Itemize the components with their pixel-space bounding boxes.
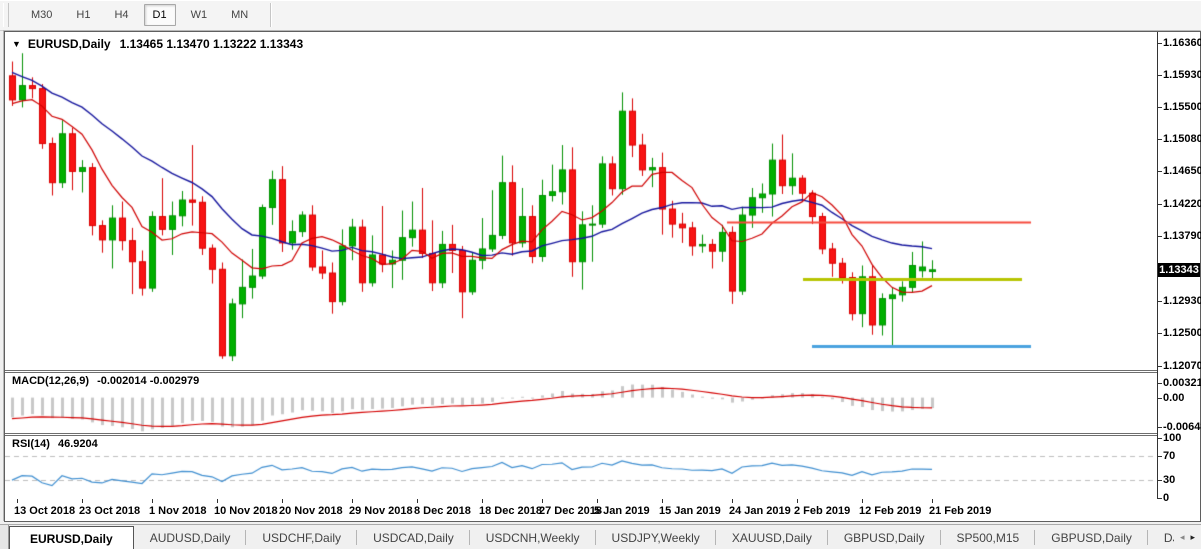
date-tick: [82, 499, 83, 503]
timeframe-button-d1[interactable]: D1: [144, 4, 176, 26]
chart-ohlc-values: 1.13465 1.13470 1.13222 1.13343: [120, 37, 304, 51]
chart-symbol-period: EURUSD,Daily: [28, 37, 111, 51]
date-tick: [662, 499, 663, 503]
price-axis-tick: 1.15500: [1163, 101, 1201, 113]
toolbar-grip[interactable]: [3, 3, 9, 27]
indicator-axis-tick: 70: [1163, 450, 1175, 462]
date-tick: [152, 499, 153, 503]
date-axis-label: 29 Nov 2018: [349, 505, 413, 517]
macd-name: MACD(12,26,9): [12, 375, 89, 387]
timeframe-toolbar: M30 H1 H4 D1 W1MN: [0, 0, 1201, 31]
tabbar-edge: [0, 525, 9, 549]
toolbar-separator: [270, 3, 272, 27]
date-axis-label: 24 Jan 2019: [729, 505, 791, 517]
chart-tab-usdjpy-weekly[interactable]: USDJPY,Weekly: [596, 525, 716, 549]
price-axis-tick: 1.12500: [1163, 327, 1201, 339]
chart-tab-usdchf-daily[interactable]: USDCHF,Daily: [246, 525, 357, 549]
chart-dropdown-icon[interactable]: ▼: [12, 39, 21, 49]
date-axis-label: 12 Feb 2019: [859, 505, 921, 517]
timeframe-button-mn[interactable]: MN: [222, 4, 257, 26]
chart-tabs: EURUSD,DailyAUDUSD,DailyUSDCHF,DailyUSDC…: [9, 525, 1174, 549]
date-axis-label: 18 Dec 2018: [479, 505, 542, 517]
indicator-axis-tick: 0.003216: [1163, 377, 1201, 389]
date-tick: [862, 499, 863, 503]
date-tick: [932, 499, 933, 503]
chart-tab-bar: EURUSD,DailyAUDUSD,DailyUSDCHF,DailyUSDC…: [0, 524, 1201, 549]
date-axis-label: 2 Feb 2019: [794, 505, 850, 517]
mt4-application: M30 H1 H4 D1 W1MN ▼ EURUSD,Daily 1.13465 1.1…: [0, 0, 1201, 549]
rsi-pane-canvas[interactable]: [5, 436, 1157, 499]
current-price-badge: 1.13343: [1158, 263, 1200, 277]
date-tick: [352, 499, 353, 503]
date-axis-label: 21 Feb 2019: [929, 505, 991, 517]
date-tick: [417, 499, 418, 503]
tab-scroll-right-icon[interactable]: ▸: [1190, 532, 1195, 543]
date-axis-label: 13 Oct 2018: [14, 505, 75, 517]
chart-tab-gbpusd-daily[interactable]: GBPUSD,Daily: [1035, 525, 1148, 549]
date-tick: [542, 499, 543, 503]
date-axis-label: 20 Nov 2018: [279, 505, 343, 517]
chart-tab-xauusd-daily[interactable]: XAUUSD,Daily: [716, 525, 828, 549]
date-axis-label: 5 Jan 2019: [594, 505, 650, 517]
date-tick: [282, 499, 283, 503]
price-axis-tick: 1.14220: [1163, 198, 1201, 210]
rsi-value: 46.9204: [58, 438, 98, 450]
price-axis-tick: 1.12070: [1163, 360, 1201, 372]
chart-tab-dj30-h4[interactable]: DJ30,H4: [1148, 525, 1174, 549]
date-axis-label: 8 Dec 2018: [414, 505, 471, 517]
date-tick: [732, 499, 733, 503]
price-chart-canvas[interactable]: [5, 32, 1157, 370]
chart-tab-usdcnh-weekly[interactable]: USDCNH,Weekly: [470, 525, 596, 549]
date-axis-label: 1 Nov 2018: [149, 505, 206, 517]
chart-tab-eurusd-daily[interactable]: EURUSD,Daily: [9, 526, 134, 549]
date-axis-label: 23 Oct 2018: [79, 505, 140, 517]
date-tick: [797, 499, 798, 503]
timeframe-buttons: M30 H1 H4 D1 W1MN: [19, 4, 260, 26]
indicator-axis-tick: 100: [1163, 432, 1181, 444]
date-axis-label: 27 Dec 2018: [539, 505, 602, 517]
indicator-axis-tick: 0.00: [1163, 392, 1184, 404]
indicator-axis-tick: 30: [1163, 474, 1175, 486]
chart-tab-gbpusd-daily[interactable]: GBPUSD,Daily: [828, 525, 941, 549]
price-axis-tick: 1.15080: [1163, 133, 1201, 145]
price-axis-tick: 1.13790: [1163, 230, 1201, 242]
chart-tab-usdcad-daily[interactable]: USDCAD,Daily: [357, 525, 470, 549]
timeframe-button-h4[interactable]: H4: [105, 4, 137, 26]
date-axis-label: 15 Jan 2019: [659, 505, 721, 517]
indicator-axis-tick: 0: [1163, 492, 1169, 504]
chart-window: ▼ EURUSD,Daily 1.13465 1.13470 1.13222 1…: [4, 31, 1201, 522]
rsi-name: RSI(14): [12, 438, 50, 450]
timeframe-button-w1[interactable]: W1: [182, 4, 217, 26]
date-axis-label: 10 Nov 2018: [214, 505, 278, 517]
timeframe-button-h1[interactable]: H1: [67, 4, 99, 26]
price-axis-tick: 1.12930: [1163, 295, 1201, 307]
date-tick: [17, 499, 18, 503]
rsi-label: RSI(14) 46.9204: [12, 438, 98, 450]
date-axis[interactable]: 13 Oct 2018 23 Oct 2018 1 Nov 2018 10 Nov 2…: [5, 499, 1200, 519]
chart-title: ▼ EURUSD,Daily 1.13465 1.13470 1.13222 1…: [12, 37, 303, 51]
chart-tab-sp500-m15[interactable]: SP500,M15: [941, 525, 1036, 549]
price-axis-tick: 1.15930: [1163, 69, 1201, 81]
macd-values: -0.002014 -0.002979: [97, 375, 199, 387]
date-tick: [597, 499, 598, 503]
chart-tab-audusd-daily[interactable]: AUDUSD,Daily: [134, 525, 247, 549]
macd-label: MACD(12,26,9) -0.002014 -0.002979: [12, 375, 199, 387]
date-tick: [482, 499, 483, 503]
tab-scroll-left-icon[interactable]: ◂: [1180, 532, 1185, 543]
tab-scroll-controls: ◂ ▸: [1174, 525, 1201, 549]
date-tick: [217, 499, 218, 503]
price-axis-tick: 1.16360: [1163, 37, 1201, 49]
timeframe-button-m30[interactable]: M30: [22, 4, 61, 26]
price-axis-tick: 1.14650: [1163, 165, 1201, 177]
